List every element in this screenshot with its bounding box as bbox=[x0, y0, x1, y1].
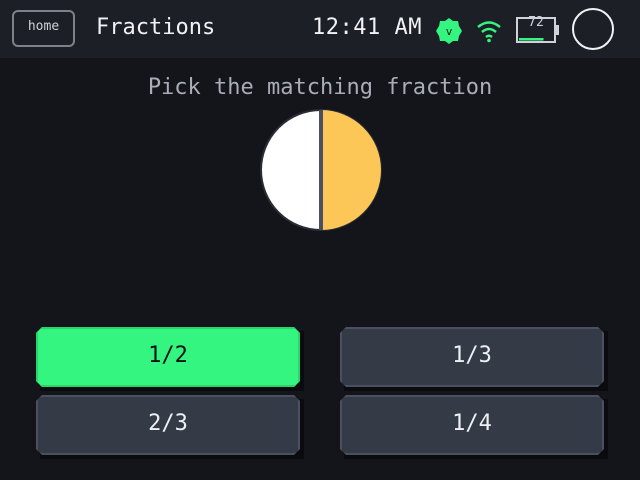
question-prompt: Pick the matching fraction bbox=[147, 75, 493, 100]
answer-button-4[interactable]: 1/4 bbox=[340, 395, 604, 455]
answer-button-1[interactable]: 1/2 bbox=[36, 327, 300, 387]
home-button[interactable]: home bbox=[12, 10, 75, 47]
top-bar: home Fractions 12:41 AM v 72 bbox=[0, 0, 640, 58]
clock: 12:41 AM bbox=[312, 15, 422, 40]
fraction-pie-icon bbox=[260, 109, 382, 231]
battery-fill bbox=[519, 38, 544, 41]
answer-button-3[interactable]: 2/3 bbox=[36, 395, 300, 455]
verified-badge-icon: v bbox=[436, 18, 462, 44]
app-title: Fractions bbox=[96, 15, 216, 40]
answer-button-2[interactable]: 1/3 bbox=[340, 327, 604, 387]
pie-filled-area bbox=[321, 110, 381, 230]
profile-circle-icon[interactable] bbox=[572, 8, 614, 50]
wifi-icon bbox=[477, 21, 501, 43]
badge-letter: v bbox=[446, 25, 453, 38]
battery-level: 72 bbox=[528, 15, 544, 30]
